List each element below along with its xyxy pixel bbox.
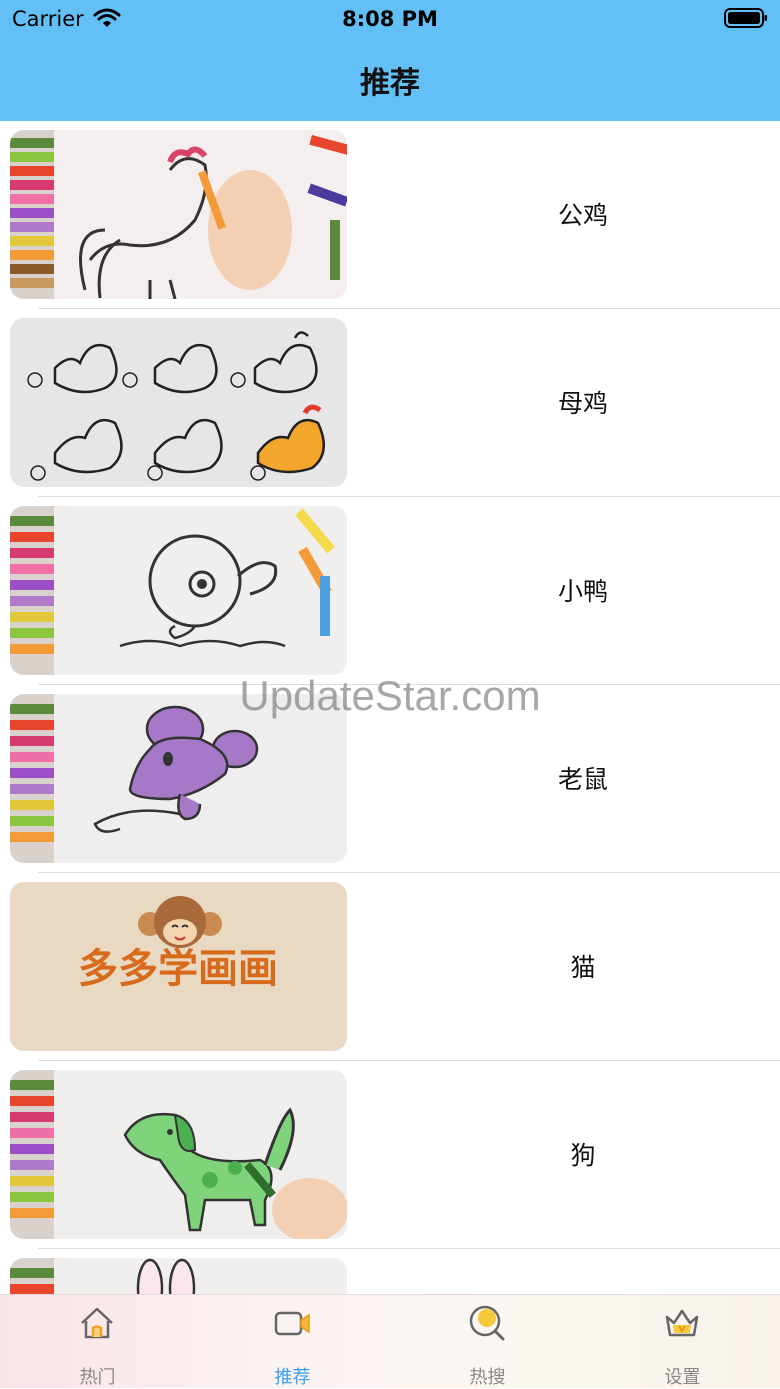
item-title: 公鸡 [557,201,608,230]
tab-recommend[interactable]: 推荐 [195,1295,390,1388]
header-bar: Carrier 8:08 PM 推荐 [0,0,780,121]
crown-icon [665,1309,699,1337]
list-item[interactable]: 母鸡 [0,309,780,497]
list-item[interactable]: 公鸡 [0,121,780,309]
rabbit-drawing-image [10,1258,347,1294]
tab-label: 设置 [664,1367,701,1388]
battery-icon [724,8,767,28]
page-title: 推荐 [360,66,420,101]
tab-hot[interactable]: 热门 [0,1295,195,1388]
video-camera-icon [274,1311,310,1336]
video-thumbnail[interactable] [10,130,347,299]
banner-text: 多多学画画 [78,946,278,992]
video-thumbnail[interactable] [10,1070,347,1239]
item-title: 母鸡 [557,389,608,418]
rooster-drawing-image [10,130,347,299]
video-thumbnail[interactable]: 多多学画画 [10,882,347,1051]
item-title: 老鼠 [557,765,608,794]
tab-label: 推荐 [274,1367,311,1388]
tab-trending-search[interactable]: 热搜 [390,1295,585,1388]
list-item[interactable]: 多多学画画 猫 [0,873,780,1061]
tab-settings[interactable]: 设置 [585,1295,780,1388]
item-title: 小鸭 [557,577,608,606]
video-thumbnail[interactable] [10,1258,347,1294]
video-list[interactable]: 公鸡 母鸡 小鸭 老鼠 多多学画画 猫 狗 [0,121,780,1294]
tab-label: 热门 [79,1367,116,1388]
duckling-drawing-image [10,506,347,675]
dog-drawing-image [10,1070,347,1239]
status-bar: Carrier 8:08 PM [0,0,780,40]
search-icon [469,1305,505,1341]
list-item[interactable]: 狗 [0,1061,780,1249]
list-item[interactable]: 小鸭 [0,497,780,685]
mouse-drawing-image [10,694,347,863]
list-item[interactable] [0,1249,780,1294]
video-thumbnail[interactable] [10,694,347,863]
item-title: 狗 [570,1141,596,1170]
tab-label: 热搜 [469,1367,506,1388]
item-title: 猫 [570,953,596,982]
drawing-banner-image: 多多学画画 [10,882,347,1051]
video-thumbnail[interactable] [10,318,347,487]
hen-steps-image [10,318,347,487]
house-icon [81,1307,113,1339]
status-time: 8:08 PM [342,7,438,31]
tab-bar: 热门 推荐 热搜 设置 [0,1294,780,1388]
video-thumbnail[interactable] [10,506,347,675]
list-item[interactable]: 老鼠 [0,685,780,873]
